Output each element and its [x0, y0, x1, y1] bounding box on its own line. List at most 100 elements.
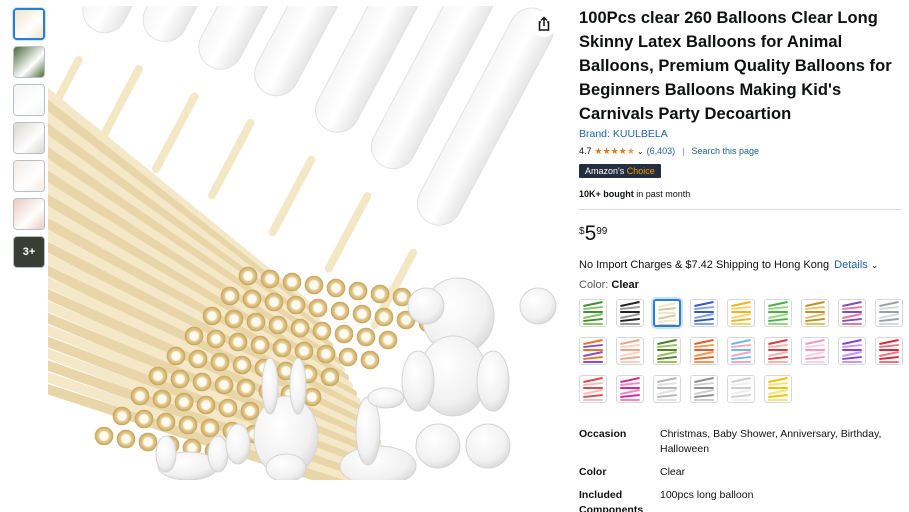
color-swatch[interactable]: [727, 337, 755, 365]
balloon-nozzle: [268, 155, 316, 237]
balloon-end: [264, 292, 284, 312]
color-swatch[interactable]: [690, 337, 718, 365]
swatch-stripe: [878, 305, 900, 311]
swatch-stripe: [767, 305, 789, 311]
balloon-end: [238, 266, 258, 286]
star-icon: ★: [626, 145, 635, 156]
swatch-stripe: [656, 393, 678, 399]
balloon-end: [286, 295, 306, 315]
thumbnail-image: [14, 85, 44, 115]
balloon-end: [220, 286, 240, 306]
thumbnail-4[interactable]: [13, 122, 45, 154]
star-rating[interactable]: ★ ★ ★ ★ ★: [595, 145, 635, 156]
color-swatch[interactable]: [579, 375, 607, 403]
color-swatch[interactable]: [764, 299, 792, 327]
swatch-stripe: [730, 381, 752, 387]
color-swatch[interactable]: [727, 375, 755, 403]
balloon-end: [218, 398, 238, 418]
search-page-link[interactable]: Search this page: [691, 146, 759, 156]
shipping-details-link[interactable]: Details: [834, 259, 868, 271]
thumbnail-6[interactable]: [13, 198, 45, 230]
swatch-stripe: [694, 323, 714, 325]
thumbnail-3[interactable]: [13, 84, 45, 116]
balloon-end: [316, 344, 336, 364]
balloon-end: [352, 304, 372, 324]
swatch-stripe: [804, 355, 826, 361]
swatch-stripe: [656, 381, 678, 387]
color-swatch[interactable]: [764, 337, 792, 365]
swatch-stripe: [620, 323, 640, 325]
swatch-stripe: [730, 317, 752, 323]
swatch-stripe: [805, 361, 825, 363]
details-row: Included Components 100pcs long balloon: [579, 488, 901, 512]
color-swatch[interactable]: [616, 337, 644, 365]
balloon-end: [236, 378, 256, 398]
color-label: Color: Clear: [579, 279, 901, 291]
product-details-table: Occasion Christmas, Baby Shower, Annivers…: [579, 427, 901, 512]
color-swatch[interactable]: [690, 375, 718, 403]
color-swatch[interactable]: [579, 299, 607, 327]
thumbnail-2[interactable]: [13, 46, 45, 78]
swatch-stripe: [582, 305, 604, 311]
rabbit-balloon-part: [261, 357, 279, 415]
dog-balloon-part: [207, 435, 229, 473]
swatch-stripe: [582, 317, 604, 323]
color-swatch[interactable]: [875, 299, 903, 327]
details-value: Clear: [660, 466, 686, 478]
color-swatch[interactable]: [801, 337, 829, 365]
color-swatch[interactable]: [764, 375, 792, 403]
balloon-end: [170, 369, 190, 389]
details-value: Christmas, Baby Shower, Anniversary, Bir…: [660, 428, 882, 455]
details-row: Color Clear: [579, 465, 901, 480]
color-swatch[interactable]: [653, 337, 681, 365]
badge-prefix: Amazon's: [585, 166, 625, 176]
balloon-end: [232, 355, 252, 375]
thumbnail-image: [14, 123, 44, 153]
balloon-end: [130, 386, 150, 406]
thumbnail-1[interactable]: [13, 8, 45, 40]
balloon-end: [202, 306, 222, 326]
color-swatch-grid: [579, 299, 903, 403]
swatch-stripe: [730, 355, 752, 361]
swatch-stripe: [878, 317, 900, 323]
balloon-end: [196, 395, 216, 415]
color-swatch[interactable]: [875, 337, 903, 365]
color-swatch[interactable]: [653, 299, 681, 327]
share-icon: [538, 16, 550, 31]
swatch-stripe: [656, 343, 678, 349]
color-swatch[interactable]: [838, 299, 866, 327]
color-swatch[interactable]: [838, 337, 866, 365]
swatch-stripe: [693, 393, 715, 399]
swatch-stripe: [693, 343, 715, 349]
brand-link[interactable]: Brand: KUULBELA: [579, 128, 901, 140]
thumbnail-5[interactable]: [13, 160, 45, 192]
swatch-stripe: [693, 317, 715, 323]
color-swatch[interactable]: [616, 299, 644, 327]
swatch-stripe: [657, 399, 677, 401]
balloon-end: [94, 426, 114, 446]
color-swatch[interactable]: [653, 375, 681, 403]
balloon-end: [240, 401, 260, 421]
swatch-stripe: [767, 317, 789, 323]
swatch-stripe: [767, 355, 789, 361]
swatch-stripe: [730, 393, 752, 399]
color-swatch[interactable]: [579, 337, 607, 365]
color-swatch[interactable]: [727, 299, 755, 327]
share-button[interactable]: [531, 11, 557, 37]
balloon-end: [370, 284, 390, 304]
chevron-down-icon[interactable]: ⌄: [871, 260, 879, 270]
balloon-end: [282, 272, 302, 292]
balloon-end: [334, 324, 354, 344]
color-swatch[interactable]: [690, 299, 718, 327]
star-icon: ★: [610, 145, 619, 156]
balloon-illustration: [48, 6, 557, 480]
chevron-down-icon[interactable]: ⌄: [637, 147, 644, 156]
review-count-link[interactable]: (6,403): [647, 146, 676, 156]
more-images-button[interactable]: 3+: [13, 236, 45, 268]
balloon-end: [166, 346, 186, 366]
details-key: Occasion: [579, 428, 627, 440]
color-swatch[interactable]: [616, 375, 644, 403]
main-product-image[interactable]: [48, 6, 564, 480]
color-swatch[interactable]: [801, 299, 829, 327]
price: $ 5 99: [579, 223, 901, 245]
